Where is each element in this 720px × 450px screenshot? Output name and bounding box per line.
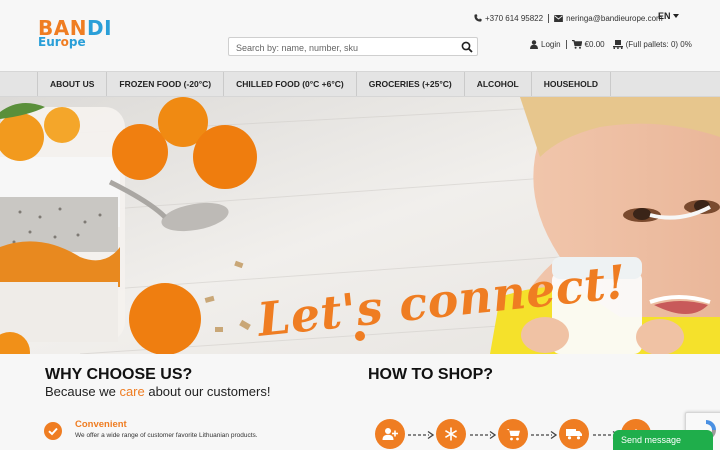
step-delivery [559, 419, 589, 449]
why-subtitle-start: Because we [45, 384, 120, 399]
pallets-link[interactable]: (Full pallets: 0) 0% [612, 40, 692, 49]
email-link[interactable]: neringa@bandieurope.com [554, 14, 663, 23]
dashed-arrow-icon [531, 430, 557, 440]
logo[interactable]: BANDI Europe [38, 18, 118, 50]
why-subtitle-end: about our customers! [144, 384, 271, 399]
pallets-status: (Full pallets: 0) 0% [625, 40, 692, 49]
send-message-button[interactable]: Send message [613, 430, 713, 450]
contact-bar: +370 614 95822 neringa@bandieurope.com [474, 12, 720, 24]
search-input[interactable] [229, 39, 449, 57]
feature-description: We offer a wide range of customer favori… [75, 432, 258, 439]
slider-dot-active[interactable] [355, 331, 365, 341]
hero-banner[interactable]: Let's connect! [0, 97, 720, 354]
cart-icon [571, 40, 582, 49]
logo-subtitle: Europe [38, 35, 86, 49]
envelope-icon [554, 14, 563, 22]
nav-item-about-us[interactable]: ABOUT US [37, 72, 106, 96]
checkmark-icon [44, 422, 62, 440]
why-subtitle: Because we care about our customers! [45, 384, 270, 399]
dashed-arrow-icon [470, 430, 496, 440]
why-title: WHY CHOOSE US? [45, 366, 193, 383]
login-label: Login [541, 40, 561, 49]
snowflake-icon [444, 427, 458, 441]
cart-link[interactable]: €0.00 [571, 40, 605, 49]
pallet-icon [612, 40, 623, 49]
why-subtitle-highlight: care [119, 384, 145, 399]
dashed-arrow-icon [408, 430, 434, 440]
cart-total: €0.00 [584, 40, 605, 49]
phone-link[interactable]: +370 614 95822 [474, 14, 543, 23]
login-link[interactable]: Login [530, 40, 561, 49]
phone-icon [474, 14, 482, 22]
caret-down-icon [672, 14, 679, 18]
step-frozen [436, 419, 466, 449]
how-title: HOW TO SHOP? [368, 366, 494, 383]
nav-item-household[interactable]: HOUSEHOLD [530, 72, 612, 96]
step-register [375, 419, 405, 449]
email-address: neringa@bandieurope.com [566, 13, 663, 23]
nav-item-groceries[interactable]: GROCERIES (+25°C) [355, 72, 464, 96]
nav-item-frozen-food[interactable]: FROZEN FOOD (-20°C) [106, 72, 223, 96]
header: BANDI Europe +370 614 95822 neringa@band… [0, 0, 720, 71]
search-box [228, 37, 478, 57]
main-nav: ABOUT US FROZEN FOOD (-20°C) CHILLED FOO… [0, 71, 720, 97]
page: BANDI Europe +370 614 95822 neringa@band… [0, 0, 720, 450]
phone-number: +370 614 95822 [485, 13, 544, 23]
step-cart [498, 419, 528, 449]
user-icon [530, 40, 538, 49]
account-bar: Login €0.00 (Full pallets: 0) 0% [530, 40, 692, 49]
truck-icon [566, 429, 582, 440]
add-user-icon [382, 428, 398, 440]
divider [565, 40, 567, 49]
nav-item-chilled-food[interactable]: CHILLED FOOD (0°C +6°C) [223, 72, 356, 96]
divider [548, 13, 550, 23]
cart-icon [506, 428, 520, 440]
feature-title: Convenient [75, 419, 127, 430]
language-selector[interactable]: EN [658, 11, 679, 21]
language-label: EN [658, 11, 671, 21]
nav-item-alcohol[interactable]: ALCOHOL [463, 72, 531, 96]
search-icon[interactable] [461, 41, 473, 53]
